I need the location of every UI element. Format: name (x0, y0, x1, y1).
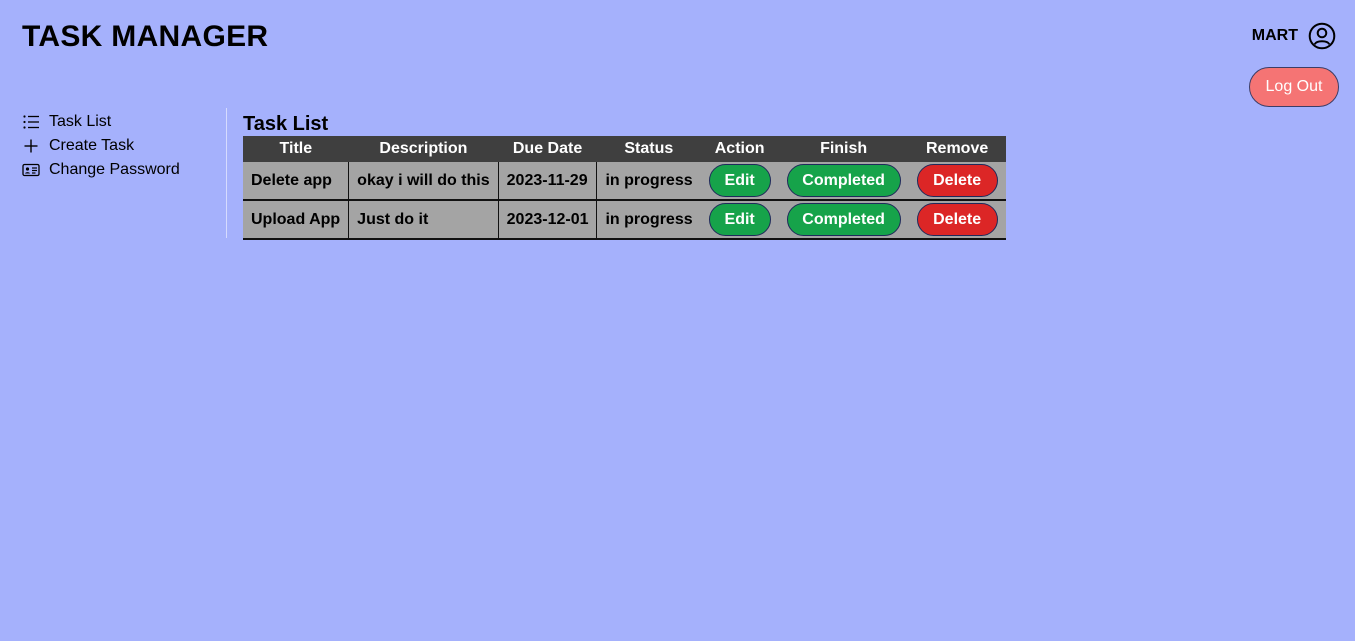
task-status: in progress (596, 162, 701, 201)
column-header-remove: Remove (908, 136, 1006, 162)
app-title: TASK MANAGER (22, 20, 269, 53)
completed-button[interactable]: Completed (786, 164, 901, 197)
task-title: Delete app (243, 162, 350, 201)
table-row: Delete app okay i will do this 2023-11-2… (243, 162, 1006, 201)
delete-button[interactable]: Delete (916, 164, 998, 197)
finish-cell: Completed (778, 200, 909, 240)
sidebar-item-task-list[interactable]: Task List (22, 110, 222, 134)
sidebar-item-label: Create Task (49, 137, 135, 154)
completed-button[interactable]: Completed (786, 203, 901, 236)
action-cell: Edit (700, 200, 779, 240)
action-cell: Edit (700, 162, 779, 201)
sidebar-item-label: Change Password (49, 161, 180, 178)
column-header-status: Status (596, 136, 701, 162)
remove-cell: Delete (908, 162, 1006, 201)
task-due-date: 2023-12-01 (498, 200, 598, 240)
user-area: MART (1252, 22, 1336, 50)
delete-button[interactable]: Delete (916, 203, 998, 236)
task-status: in progress (596, 200, 701, 240)
column-header-action: Action (700, 136, 779, 162)
task-description: Just do it (348, 200, 499, 240)
sidebar: Task List Create Task Change Password (22, 110, 222, 182)
page-title: Task List (243, 113, 329, 135)
remove-cell: Delete (908, 200, 1006, 240)
table-row: Upload App Just do it 2023-12-01 in prog… (243, 200, 1006, 240)
id-card-icon (22, 161, 40, 179)
task-due-date: 2023-11-29 (498, 162, 598, 201)
edit-button[interactable]: Edit (708, 164, 771, 197)
task-table: Title Description Due Date Status Action… (243, 136, 1006, 240)
column-header-finish: Finish (778, 136, 909, 162)
column-header-description: Description (348, 136, 499, 162)
sidebar-item-label: Task List (49, 113, 112, 130)
user-avatar-icon[interactable] (1308, 22, 1336, 50)
sidebar-item-change-password[interactable]: Change Password (22, 158, 222, 182)
finish-cell: Completed (778, 162, 909, 201)
sidebar-divider (226, 108, 227, 238)
task-description: okay i will do this (348, 162, 499, 201)
task-title: Upload App (243, 200, 350, 240)
list-icon (22, 113, 40, 131)
plus-icon (22, 137, 40, 155)
column-header-due-date: Due Date (498, 136, 597, 162)
username: MART (1251, 27, 1298, 44)
logout-button[interactable]: Log Out (1249, 67, 1339, 107)
edit-button[interactable]: Edit (708, 203, 771, 236)
column-header-title: Title (243, 136, 349, 162)
table-header-row: Title Description Due Date Status Action… (243, 136, 1006, 162)
sidebar-item-create-task[interactable]: Create Task (22, 134, 222, 158)
